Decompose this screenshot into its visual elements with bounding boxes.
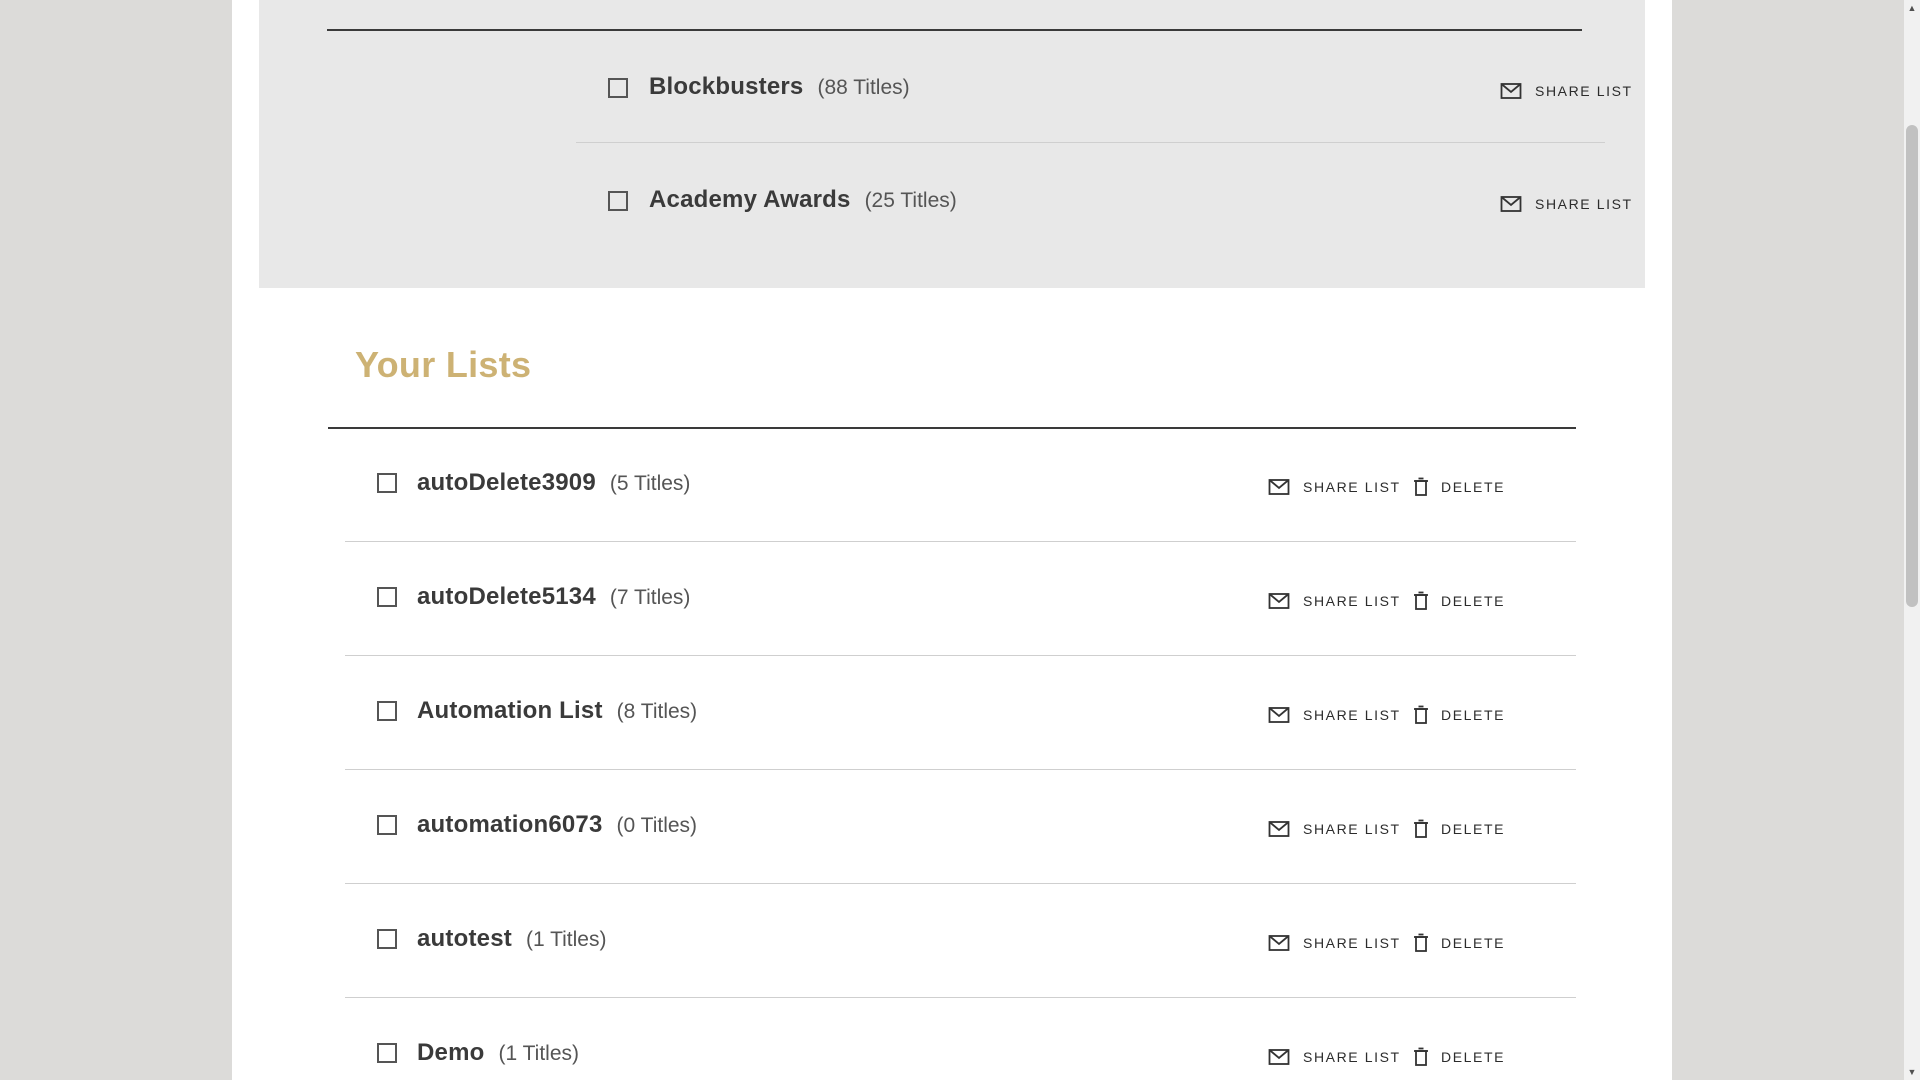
delete-button[interactable]: DELETE: [1412, 476, 1505, 498]
row-divider: [345, 769, 1576, 770]
trash-icon: [1412, 591, 1430, 611]
list-checkbox[interactable]: [377, 929, 397, 949]
delete-button[interactable]: DELETE: [1412, 704, 1505, 726]
scrollbar-thumb[interactable]: [1906, 125, 1918, 607]
shared-lists-panel: Blockbusters (88 Titles) SHARE LIST Acade…: [259, 0, 1645, 288]
share-list-button[interactable]: SHARE LIST: [1268, 704, 1401, 726]
mail-icon: [1268, 819, 1290, 839]
list-name[interactable]: Automation List (8 Titles): [417, 697, 697, 725]
mail-icon: [1268, 933, 1290, 953]
share-list-button[interactable]: SHARE LIST: [1268, 1046, 1401, 1068]
list-name[interactable]: Academy Awards (25 Titles): [649, 186, 957, 214]
share-list-label: SHARE LIST: [1535, 196, 1633, 212]
list-name[interactable]: Blockbusters (88 Titles): [649, 73, 910, 101]
list-item: autoDelete5134 (7 Titles) SHARE LIST DELE…: [232, 543, 1672, 656]
list-checkbox[interactable]: [377, 473, 397, 493]
mail-icon: [1268, 591, 1290, 611]
list-count: (5 Titles): [609, 472, 691, 495]
arrow-down-icon[interactable]: ▼: [1904, 1064, 1920, 1080]
arrow-up-icon[interactable]: ▲: [1904, 0, 1920, 16]
delete-button[interactable]: DELETE: [1412, 590, 1505, 612]
delete-label: DELETE: [1441, 479, 1506, 495]
list-checkbox[interactable]: [377, 815, 397, 835]
share-list-button[interactable]: SHARE LIST: [1268, 818, 1401, 840]
list-count: (8 Titles): [616, 700, 698, 723]
list-name-text: autoDelete3909: [417, 469, 596, 496]
mail-icon: [1268, 477, 1290, 497]
mail-icon: [1268, 1047, 1290, 1067]
list-name-text: autoDelete5134: [417, 583, 596, 610]
trash-icon: [1412, 933, 1430, 953]
list-name-text: Academy Awards: [649, 186, 851, 213]
share-list-button[interactable]: SHARE LIST: [1268, 932, 1401, 954]
mail-icon: [1268, 705, 1290, 725]
list-count: (88 Titles): [817, 76, 910, 99]
list-name[interactable]: autoDelete5134 (7 Titles): [417, 583, 690, 611]
share-list-button[interactable]: SHARE LIST: [1268, 476, 1401, 498]
shared-list-row: Academy Awards (25 Titles) SHARE LIST: [259, 143, 1645, 256]
list-name[interactable]: automation6073 (0 Titles): [417, 811, 697, 839]
delete-label: DELETE: [1441, 935, 1506, 951]
trash-icon: [1412, 1047, 1430, 1067]
mail-icon: [1500, 194, 1522, 214]
list-name-text: autotest: [417, 925, 512, 952]
mail-icon: [1500, 81, 1522, 101]
list-name-text: Demo: [417, 1039, 485, 1066]
row-divider: [345, 883, 1576, 884]
list-item: automation6073 (0 Titles) SHARE LIST DELE…: [232, 771, 1672, 884]
list-name[interactable]: Demo (1 Titles): [417, 1039, 579, 1067]
list-count: (0 Titles): [616, 814, 698, 837]
your-lists-heading: Your Lists: [355, 344, 532, 385]
list-checkbox[interactable]: [608, 191, 628, 211]
list-checkbox[interactable]: [377, 1043, 397, 1063]
list-name-text: Automation List: [417, 697, 603, 724]
list-name-text: Blockbusters: [649, 73, 804, 100]
list-name[interactable]: autoDelete3909 (5 Titles): [417, 469, 690, 497]
share-list-label: SHARE LIST: [1303, 593, 1401, 609]
delete-label: DELETE: [1441, 707, 1506, 723]
share-list-button[interactable]: SHARE LIST: [1500, 80, 1633, 102]
delete-label: DELETE: [1441, 593, 1506, 609]
delete-label: DELETE: [1441, 1049, 1506, 1065]
row-divider: [345, 655, 1576, 656]
share-list-label: SHARE LIST: [1303, 479, 1401, 495]
share-list-label: SHARE LIST: [1303, 935, 1401, 951]
delete-label: DELETE: [1441, 821, 1506, 837]
vertical-scrollbar[interactable]: ▲ ▼: [1904, 0, 1920, 1080]
trash-icon: [1412, 819, 1430, 839]
list-item: Demo (1 Titles) SHARE LIST DELETE: [232, 999, 1672, 1080]
list-count: (7 Titles): [609, 586, 691, 609]
trash-icon: [1412, 705, 1430, 725]
share-list-label: SHARE LIST: [1303, 707, 1401, 723]
share-list-label: SHARE LIST: [1535, 83, 1633, 99]
share-list-button[interactable]: SHARE LIST: [1500, 193, 1633, 215]
list-count: (1 Titles): [525, 928, 607, 951]
share-list-label: SHARE LIST: [1303, 821, 1401, 837]
share-list-button[interactable]: SHARE LIST: [1268, 590, 1401, 612]
list-count: (1 Titles): [498, 1042, 579, 1065]
list-checkbox[interactable]: [377, 587, 397, 607]
lists-page: Blockbusters (88 Titles) SHARE LIST Acade…: [232, 0, 1672, 1080]
list-item: Automation List (8 Titles) SHARE LIST DEL…: [232, 657, 1672, 770]
list-checkbox[interactable]: [608, 78, 628, 98]
delete-button[interactable]: DELETE: [1412, 818, 1505, 840]
list-name-text: automation6073: [417, 811, 603, 838]
delete-button[interactable]: DELETE: [1412, 932, 1505, 954]
trash-icon: [1412, 477, 1430, 497]
shared-list-row: Blockbusters (88 Titles) SHARE LIST: [259, 30, 1645, 143]
row-divider: [345, 997, 1576, 998]
row-divider: [345, 541, 1576, 542]
delete-button[interactable]: DELETE: [1412, 1046, 1505, 1068]
share-list-label: SHARE LIST: [1303, 1049, 1401, 1065]
list-checkbox[interactable]: [377, 701, 397, 721]
list-count: (25 Titles): [864, 189, 957, 212]
list-item: autoDelete3909 (5 Titles) SHARE LIST DELE…: [232, 429, 1672, 542]
list-name[interactable]: autotest (1 Titles): [417, 925, 606, 953]
list-item: autotest (1 Titles) SHARE LIST DELETE: [232, 885, 1672, 998]
